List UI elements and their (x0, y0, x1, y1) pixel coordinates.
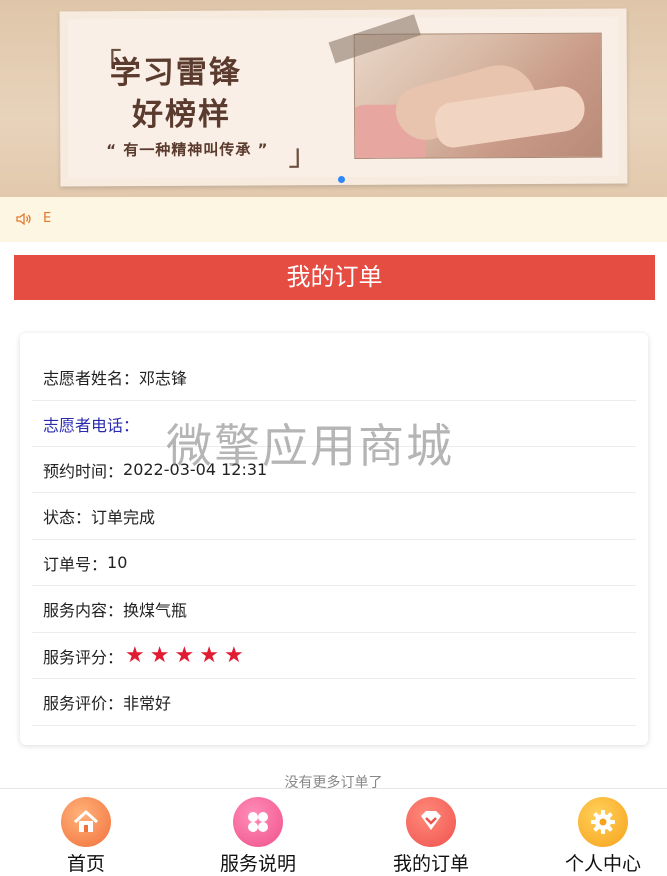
banner-title-line1: 学习雷锋 (109, 54, 242, 92)
service-rating-row: 服务评分： ★ ★ ★ ★ ★ (32, 633, 636, 679)
star-icon: ★ (174, 642, 195, 668)
tab-service-info-label[interactable]: 服务说明 (183, 849, 333, 876)
star-icon: ★ (199, 642, 219, 668)
order-number-label: 订单号： (43, 554, 108, 574)
star-icon: ★ (125, 642, 145, 668)
service-review-row: 服务评价： 非常好 (32, 679, 636, 726)
tab-my-orders-label[interactable]: 我的订单 (356, 849, 506, 876)
tab-my-orders[interactable]: 我的订单 (356, 789, 506, 876)
tab-service-info[interactable]: 服务说明 (183, 789, 333, 876)
heart-icon[interactable] (406, 797, 456, 847)
banner-subtitle: “ 有一种精神叫传承 ” (106, 140, 269, 160)
order-number-value: 10 (107, 553, 128, 572)
rating-stars: ★ ★ ★ ★ ★ (125, 642, 249, 668)
service-content-row: 服务内容： 换煤气瓶 (32, 586, 636, 633)
status-label: 状态： (43, 508, 92, 527)
watermark: 微擎应用商城 (166, 419, 454, 473)
bottom-tab-bar: 首页 服务说明 我的订单 个人中心 (0, 788, 667, 876)
notice-bar (0, 197, 667, 242)
volunteer-name-value: 邓志锋 (139, 368, 188, 388)
volunteer-name-label: 志愿者姓名： (43, 368, 140, 388)
service-rating-label: 服务评分： (43, 647, 124, 667)
star-icon: ★ (149, 642, 170, 668)
order-card: 志愿者姓名： 邓志锋 志愿者电话： 预约时间： 2022-03-04 12:31… (20, 333, 648, 745)
tab-profile-label[interactable]: 个人中心 (528, 849, 667, 876)
tab-profile[interactable]: 个人中心 (528, 789, 667, 876)
tab-home-label[interactable]: 首页 (11, 849, 161, 876)
status-value: 订单完成 (91, 508, 156, 527)
grid-icon[interactable] (233, 797, 283, 847)
banner-carousel[interactable]: 「 学习雷锋 好榜样 “ 有一种精神叫传承 ” 」 (0, 0, 667, 197)
page-title: 我的订单 (14, 255, 655, 300)
banner-bracket-close: 」 (288, 138, 319, 174)
banner-title-line2: 好榜样 (131, 96, 232, 134)
status-row: 状态： 订单完成 (32, 493, 636, 540)
carousel-indicator-dot[interactable] (338, 176, 345, 183)
volunteer-name-row: 志愿者姓名： 邓志锋 (32, 353, 636, 401)
star-icon: ★ (223, 642, 244, 668)
appointment-time-label: 预约时间： (43, 461, 124, 481)
home-icon[interactable] (61, 797, 111, 847)
speaker-icon (16, 212, 32, 230)
service-review-label: 服务评价： (43, 694, 124, 713)
banner-paper: 「 学习雷锋 好榜样 “ 有一种精神叫传承 ” 」 (59, 8, 628, 187)
order-number-row: 订单号： 10 (32, 540, 636, 586)
gear-icon[interactable] (578, 797, 628, 847)
volunteer-phone-label[interactable]: 志愿者电话： (43, 412, 139, 436)
service-content-value: 换煤气瓶 (123, 601, 188, 620)
service-content-label: 服务内容： (43, 601, 124, 620)
tab-home[interactable]: 首页 (11, 789, 161, 876)
notice-text: E (43, 211, 52, 226)
banner-photo (353, 32, 603, 159)
service-review-value: 非常好 (123, 694, 172, 713)
